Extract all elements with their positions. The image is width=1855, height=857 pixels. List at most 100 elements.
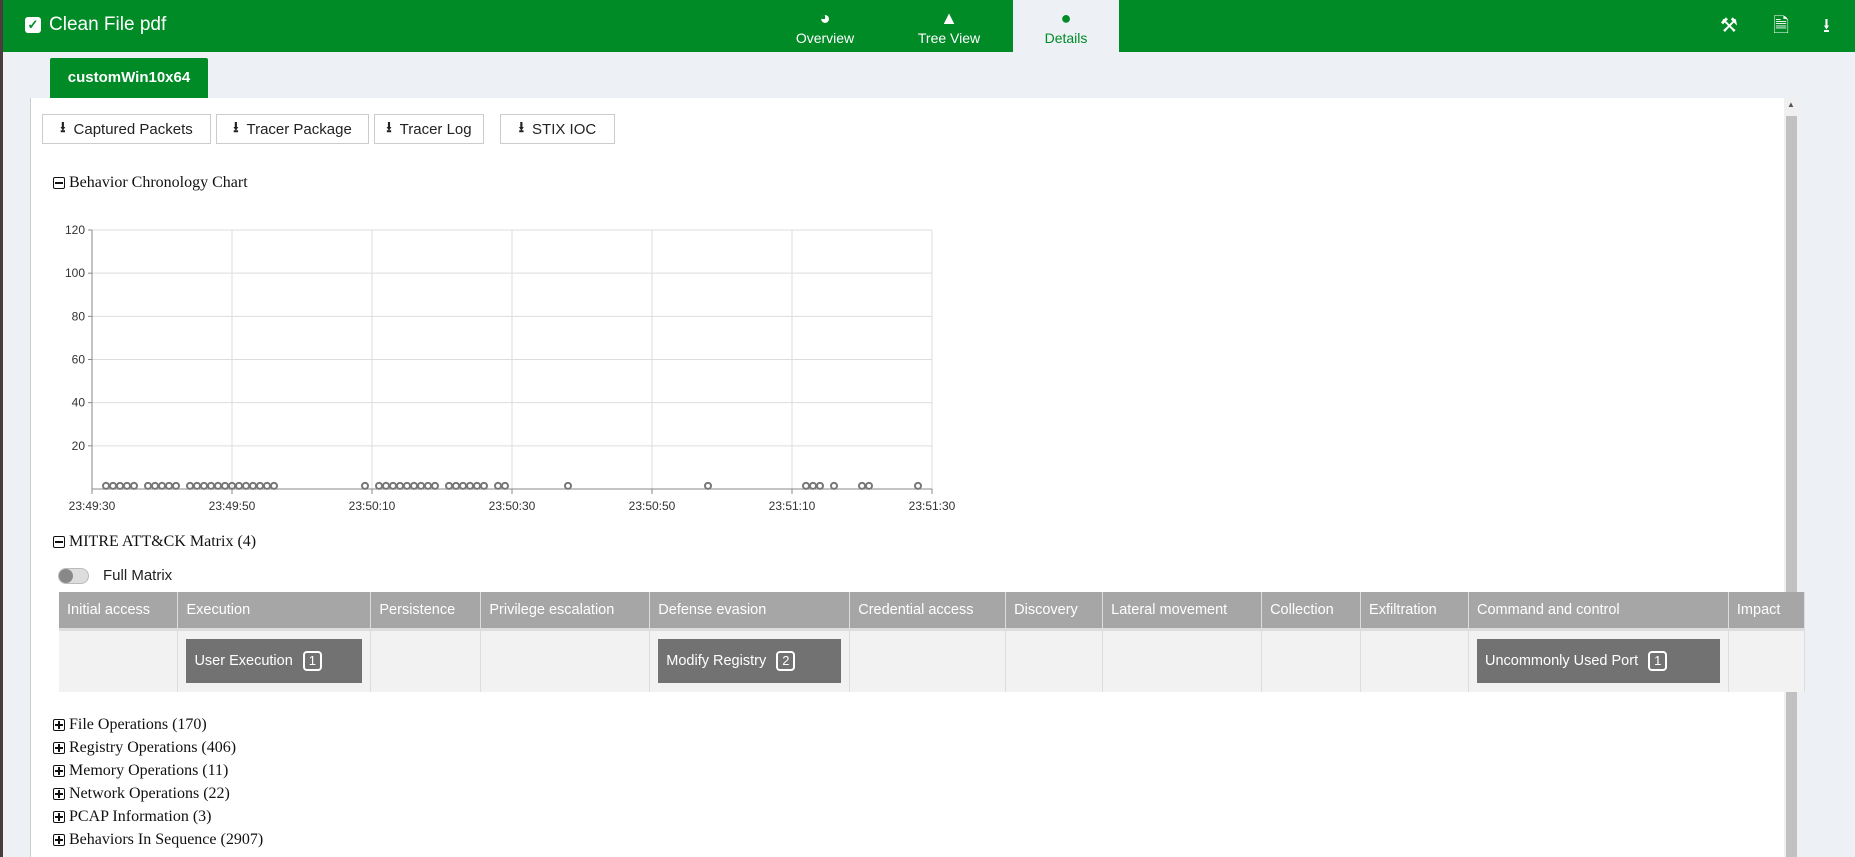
top-bar: ✓ Clean File pdf ◕ Overview ▲ Tree View ● De… (3, 0, 1855, 52)
x-tick-label: 23:51:10 (769, 499, 816, 513)
data-point (263, 481, 271, 490)
tree-icon: ▲ (940, 8, 958, 28)
full-matrix-label: Full Matrix (103, 567, 173, 584)
matrix-cell (1102, 629, 1263, 692)
data-point (501, 481, 509, 490)
technique-button[interactable]: User Execution 1 (186, 639, 363, 684)
y-tick-label: 60 (72, 353, 86, 367)
matrix-column-header: Discovery (1005, 592, 1104, 631)
mitre-section-toggle[interactable]: MITRE ATT&CK Matrix (4) (53, 533, 256, 551)
technique-name: Modify Registry (666, 653, 767, 670)
matrix-cell (59, 629, 179, 692)
matrix-column-header: Lateral movement (1102, 592, 1263, 631)
matrix-cell (1728, 629, 1806, 692)
tab-label: Details (1044, 30, 1088, 46)
behavior-chart: 20 40 60 80 100 120 23:49:30 23:49:50 23:50:10 23… (65, 223, 956, 513)
stix-ioc-button[interactable]: ⭳ STIX IOC (500, 114, 615, 144)
data-point (466, 481, 474, 490)
data-point (858, 481, 866, 490)
section-title: PCAP Information (3) (69, 808, 212, 825)
expand-icon (53, 834, 65, 846)
button-label: STIX IOC (532, 120, 597, 138)
technique-button[interactable]: Modify Registry 2 (658, 639, 842, 684)
data-point (186, 481, 194, 490)
hammer-icon[interactable]: ⚒ (1720, 15, 1738, 37)
title-text: Clean File pdf (49, 14, 167, 35)
matrix-column-header: Defense evasion (649, 592, 851, 631)
dashboard-icon: ◕ (819, 8, 831, 28)
expand-icon (53, 788, 65, 800)
data-point (109, 481, 117, 490)
data-point (816, 481, 824, 490)
scrollbar[interactable]: ▲ (1784, 98, 1799, 857)
section-title: Registry Operations (406) (69, 739, 237, 756)
section-toggle[interactable]: Memory Operations (11) (53, 762, 228, 780)
data-point (704, 481, 712, 490)
data-point (809, 481, 817, 490)
tracer-log-button[interactable]: ⭳ Tracer Log (374, 114, 484, 144)
tracer-package-button[interactable]: ⭳ Tracer Package (216, 114, 369, 144)
section-toggle[interactable]: File Operations (170) (53, 716, 207, 734)
technique-name: Uncommonly Used Port (1485, 653, 1639, 670)
chart-section-toggle[interactable]: Behavior Chronology Chart (53, 174, 248, 192)
button-label: Captured Packets (73, 120, 193, 138)
tab-label: Overview (795, 30, 855, 46)
section-toggle[interactable]: Behaviors In Sequence (2907) (53, 831, 263, 849)
matrix-cell: Uncommonly Used Port 1 (1468, 629, 1729, 692)
data-point (361, 481, 369, 490)
scroll-up-icon[interactable]: ▲ (1787, 100, 1795, 109)
scroll-thumb[interactable] (1786, 116, 1797, 857)
matrix-column-header: Privilege escalation (480, 592, 651, 631)
section-toggle[interactable]: Network Operations (22) (53, 785, 230, 803)
data-point (207, 481, 215, 490)
data-point (382, 481, 390, 490)
section-toggle[interactable]: Registry Operations (406) (53, 739, 236, 757)
matrix-column-header: Impact (1728, 592, 1806, 631)
x-tick-label: 23:50:50 (629, 499, 676, 513)
data-point (445, 481, 453, 490)
matrix-column-header: Execution (177, 592, 372, 631)
technique-name: User Execution (194, 653, 293, 670)
data-point (116, 481, 124, 490)
matrix-column-header: Command and control (1468, 592, 1729, 631)
x-tick-label: 23:49:30 (69, 499, 116, 513)
data-point (865, 481, 873, 490)
data-point (123, 481, 131, 490)
technique-count: 1 (1648, 651, 1668, 672)
download-icon: ⭳ (60, 118, 66, 136)
tab-details[interactable]: ● Details (1013, 0, 1119, 52)
download-icon: ⭳ (386, 118, 392, 136)
matrix-column-header: Credential access (849, 592, 1007, 631)
data-point (389, 481, 397, 490)
data-point (200, 481, 208, 490)
data-point (459, 481, 467, 490)
expand-icon (53, 719, 65, 731)
vm-tab[interactable]: customWin10x64 (50, 58, 208, 98)
data-point (417, 481, 425, 490)
full-matrix-toggle[interactable] (58, 568, 89, 584)
data-point (249, 481, 257, 490)
technique-button[interactable]: Uncommonly Used Port 1 (1477, 639, 1720, 684)
captured-packets-button[interactable]: ⭳ Captured Packets (42, 114, 211, 144)
section-title: Memory Operations (11) (69, 762, 229, 779)
tab-tree-view[interactable]: ▲ Tree View (896, 0, 1002, 52)
download-icon[interactable]: ⭳ (1823, 15, 1830, 37)
data-point (424, 481, 432, 490)
data-point (802, 481, 810, 490)
x-tick-label: 23:50:10 (349, 499, 396, 513)
matrix-cell (849, 629, 1007, 692)
section-title: Behavior Chronology Chart (69, 174, 248, 191)
data-point (102, 481, 110, 490)
matrix-cell (1261, 629, 1362, 692)
data-point (410, 481, 418, 490)
pdf-icon[interactable]: 🗎 (1773, 15, 1789, 37)
y-tick-label: 20 (72, 439, 86, 453)
section-toggle[interactable]: PCAP Information (3) (53, 808, 212, 826)
tab-overview[interactable]: ◕ Overview (772, 0, 878, 52)
data-point (172, 481, 180, 490)
matrix-column-header: Exfiltration (1360, 592, 1469, 631)
y-tick-label: 120 (65, 223, 85, 237)
x-tick-label: 23:49:50 (209, 499, 256, 513)
matrix-column-header: Initial access (59, 592, 179, 631)
collapse-icon (53, 177, 65, 189)
